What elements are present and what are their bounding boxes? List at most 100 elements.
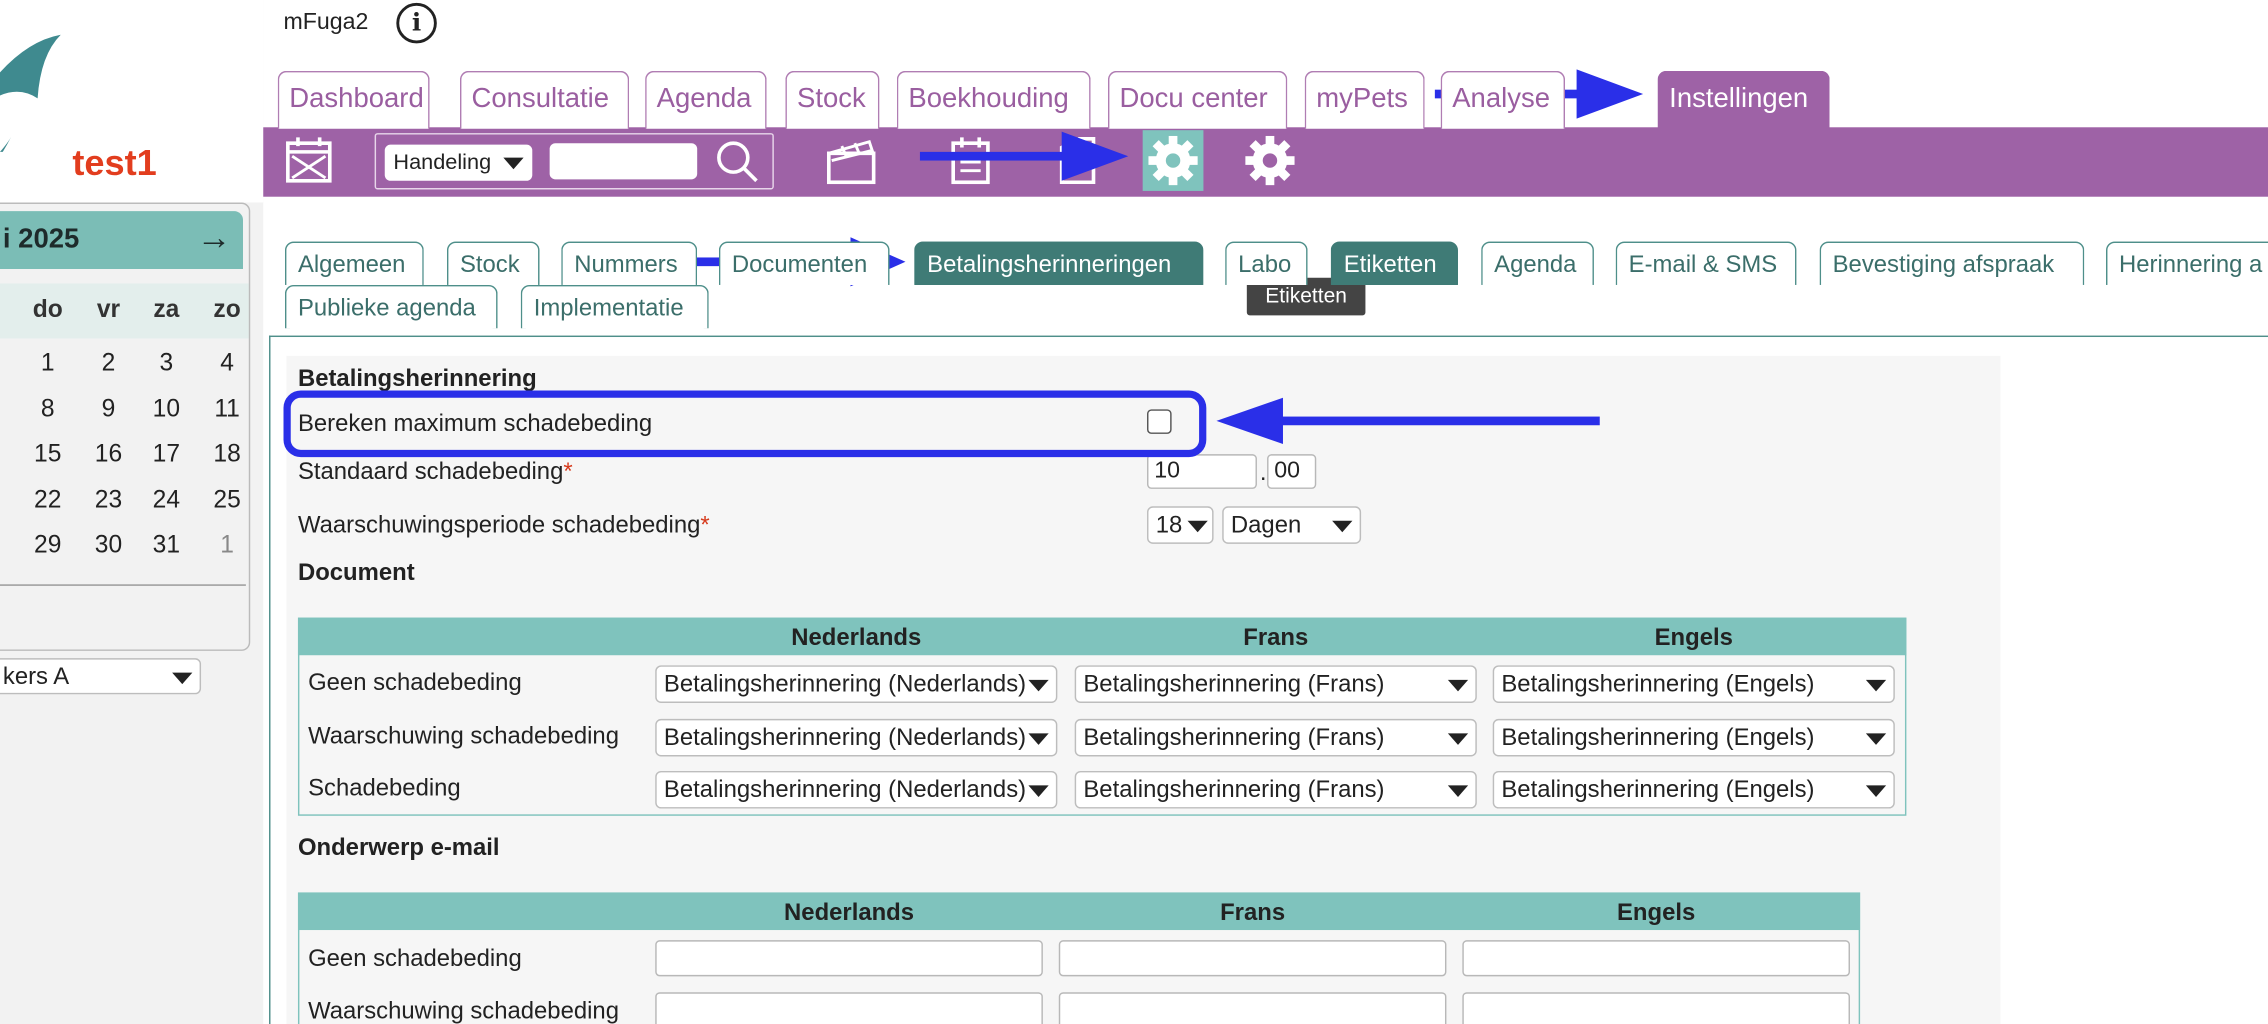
toolbar-search-input[interactable] [549, 143, 698, 180]
calendar-cross-icon[interactable] [285, 136, 334, 185]
user-select-caret-icon [172, 672, 193, 685]
subtab-betalingsherinneringen[interactable]: Betalingsherinneringen [914, 241, 1204, 285]
calendar-day[interactable]: 22 [26, 486, 69, 515]
calendar-day[interactable]: 9 [87, 395, 130, 424]
tab-docu-center[interactable]: Docu center [1107, 70, 1288, 129]
section-title-betalingsherinnering: Betalingsherinnering [297, 365, 537, 392]
search-icon[interactable] [715, 139, 761, 185]
email-subject-input[interactable] [1058, 992, 1447, 1024]
email-row-label: Waarschuwing schadebeding [308, 998, 619, 1024]
calendar-day[interactable]: 31 [145, 531, 188, 560]
document-template-select[interactable]: Betalingsherinnering (Engels) [1492, 718, 1895, 757]
document-template-value: Betalingsherinnering (Frans) [1083, 776, 1385, 803]
subtab-implementatie[interactable]: Implementatie [520, 284, 709, 329]
select-caret-icon [1447, 679, 1469, 692]
calendar-dayname: do [32, 295, 63, 323]
calendar-day[interactable]: 23 [87, 486, 130, 515]
document-template-value: Betalingsherinnering (Nederlands) [663, 724, 1027, 751]
calendar-day[interactable]: 17 [145, 440, 188, 469]
waarschuwing-value-caret-icon [1187, 520, 1208, 533]
tab-mypets[interactable]: myPets [1304, 70, 1425, 129]
gear-icon[interactable] [1241, 132, 1299, 190]
email-subject-input[interactable] [655, 992, 1043, 1024]
standaard-label-text: Standaard schadebeding [297, 458, 564, 485]
select-caret-icon [1865, 733, 1887, 745]
document-template-select[interactable]: Betalingsherinnering (Frans) [1074, 718, 1477, 757]
calendar-day[interactable]: 3 [145, 349, 188, 378]
document-row-label: Waarschuwing schadebeding [308, 723, 619, 750]
required-mark: * [700, 512, 710, 539]
email-subject-input[interactable] [1462, 940, 1850, 977]
info-icon[interactable]: i [396, 2, 437, 44]
email-row-label: Geen schadebeding [308, 945, 522, 973]
document-template-value: Betalingsherinnering (Engels) [1501, 671, 1815, 698]
tab-analyse[interactable]: Analyse [1440, 70, 1566, 129]
subtab-agenda[interactable]: Agenda [1481, 241, 1594, 285]
document-table-header-cell: Frans [1243, 624, 1309, 651]
document-template-select[interactable]: Betalingsherinnering (Nederlands) [655, 718, 1058, 757]
calendar-day[interactable]: 1 [205, 531, 248, 560]
document-template-select[interactable]: Betalingsherinnering (Engels) [1492, 770, 1895, 809]
document-table-header-cell: Engels [1654, 624, 1733, 651]
tab-agenda[interactable]: Agenda [645, 70, 767, 129]
subtab-bevestiging-afspraak[interactable]: Bevestiging afspraak [1819, 241, 2085, 285]
tab-instellingen[interactable]: Instellingen [1657, 70, 1830, 129]
required-mark: * [563, 458, 573, 485]
clapperboard-icon[interactable] [824, 136, 879, 185]
user-select[interactable]: kers A [0, 658, 202, 695]
waarschuwing-label: Waarschuwingsperiode schadebeding* [298, 512, 710, 539]
settings-advanced-button[interactable] [1142, 130, 1204, 191]
tab-stock[interactable]: Stock [785, 70, 880, 129]
calendar-day[interactable]: 24 [145, 486, 188, 515]
email-subject-input[interactable] [655, 940, 1043, 977]
calendar-frame [0, 202, 251, 651]
document-template-select[interactable]: Betalingsherinnering (Engels) [1492, 665, 1895, 703]
document-template-value: Betalingsherinnering (Engels) [1501, 724, 1815, 751]
standaard-decimal-input[interactable]: 00 [1267, 454, 1317, 489]
email-subject-input[interactable] [1462, 992, 1850, 1024]
subtab-labo[interactable]: Labo [1225, 241, 1308, 285]
select-caret-icon [1028, 679, 1049, 692]
tab-boekhouding[interactable]: Boekhouding [896, 70, 1091, 129]
calendar-day[interactable]: 1 [26, 349, 69, 378]
select-caret-icon [1447, 785, 1469, 797]
document-template-select[interactable]: Betalingsherinnering (Frans) [1074, 665, 1477, 703]
document-template-value: Betalingsherinnering (Nederlands) [663, 671, 1027, 698]
calendar-day[interactable]: 25 [205, 486, 248, 515]
email-subject-input[interactable] [1058, 940, 1447, 977]
calendar-day[interactable]: 16 [87, 440, 130, 469]
subtab-nummers[interactable]: Nummers [561, 241, 698, 285]
subtab-publieke-agenda[interactable]: Publieke agenda [284, 284, 498, 329]
annotation-arrowhead-checkbox [1216, 397, 1283, 445]
subtab-e-mail-sms[interactable]: E-mail & SMS [1615, 241, 1797, 285]
tab-consultatie[interactable]: Consultatie [459, 70, 630, 129]
calendar-day[interactable]: 30 [87, 531, 130, 560]
calendar-day[interactable]: 2 [87, 349, 130, 378]
calendar-day[interactable]: 8 [26, 395, 69, 424]
search-type-caret-icon [503, 157, 524, 170]
subtab-algemeen[interactable]: Algemeen [284, 241, 424, 285]
subtab-documenten[interactable]: Documenten [718, 241, 890, 285]
app-title: mFuga2 [283, 10, 369, 35]
calendar-day[interactable]: 29 [26, 531, 69, 560]
subtab-stock[interactable]: Stock [446, 241, 540, 285]
document-template-select[interactable]: Betalingsherinnering (Nederlands) [655, 665, 1058, 703]
document-template-value: Betalingsherinnering (Frans) [1083, 724, 1385, 751]
document-template-select[interactable]: Betalingsherinnering (Nederlands) [655, 770, 1058, 809]
subtab-etiketten[interactable]: Etiketten [1330, 241, 1459, 285]
email-table-header-cell: Frans [1220, 899, 1286, 926]
standaard-label: Standaard schadebeding* [298, 459, 573, 486]
calendar-day[interactable]: 15 [26, 440, 69, 469]
calendar-day[interactable]: 10 [145, 395, 188, 424]
search-type-value: Handeling [393, 150, 492, 176]
document-template-select[interactable]: Betalingsherinnering (Frans) [1074, 770, 1477, 809]
calendar-day[interactable]: 11 [205, 395, 248, 424]
calendar-day[interactable]: 4 [205, 349, 248, 378]
calendar-day[interactable]: 18 [205, 440, 248, 469]
document-table-header-cell: Nederlands [791, 624, 922, 651]
waarschuwing-label-text: Waarschuwingsperiode schadebeding [297, 512, 701, 539]
decimal-separator: . [1259, 459, 1267, 487]
standaard-whole-input[interactable]: 10 [1147, 454, 1257, 489]
tab-dashboard[interactable]: Dashboard [277, 70, 430, 129]
subtab-herinnering-a[interactable]: Herinnering a [2106, 241, 2268, 285]
